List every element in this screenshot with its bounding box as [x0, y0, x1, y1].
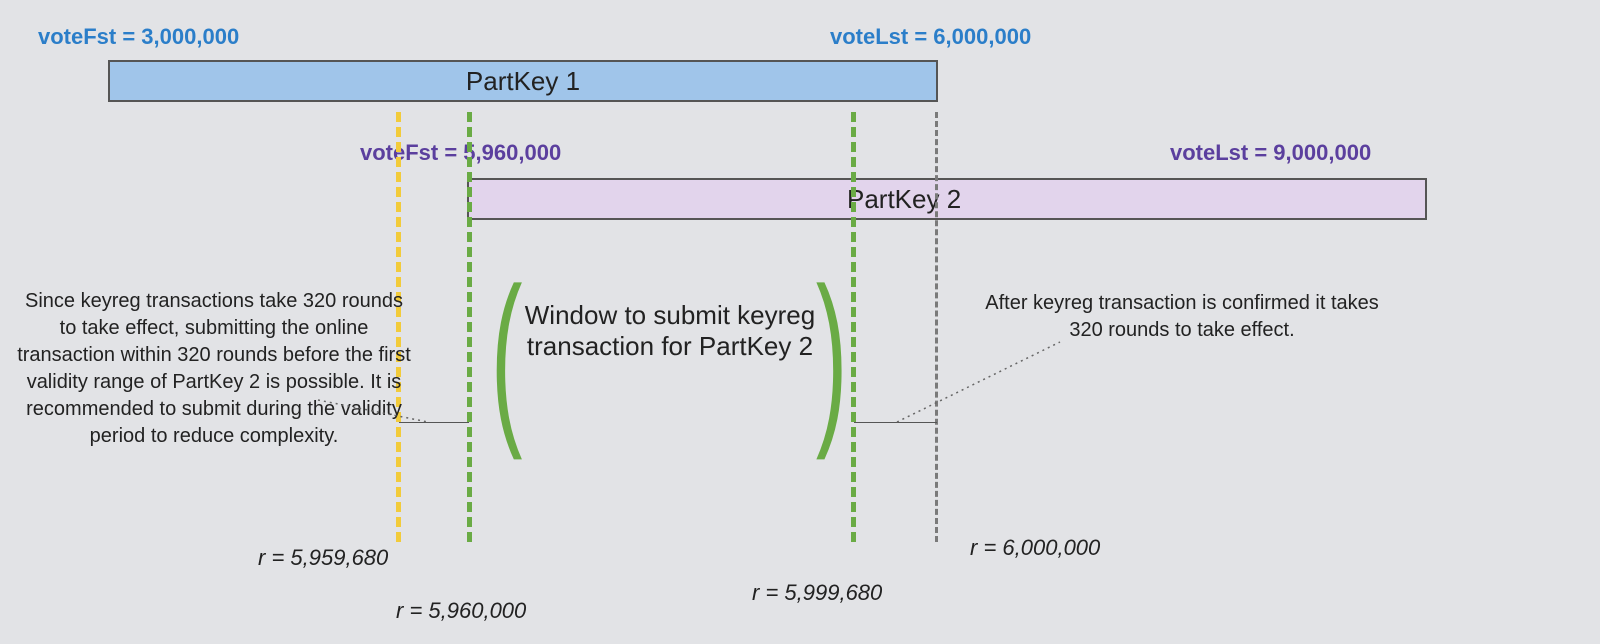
- gap-left-segment: [399, 422, 469, 423]
- partkey2-bar-label: PartKey 2: [847, 184, 961, 215]
- partkey2-votelst-label: voteLst = 9,000,000: [1170, 140, 1371, 166]
- round-label-2: r = 5,960,000: [396, 598, 526, 624]
- partkey1-bar-label: PartKey 1: [466, 66, 580, 97]
- round-label-1: r = 5,959,680: [258, 545, 388, 571]
- vline-r2-green-left: [467, 112, 472, 542]
- note-left: Since keyreg transactions take 320 round…: [14, 288, 414, 450]
- window-right-paren: ): [816, 260, 848, 450]
- partkey2-bar: PartKey 2: [467, 178, 1427, 220]
- diagram-canvas: voteFst = 3,000,000 voteLst = 6,000,000 …: [0, 0, 1600, 644]
- gap-right-segment: [854, 422, 937, 423]
- note-right: After keyreg transaction is confirmed it…: [982, 290, 1382, 344]
- leader-right: [897, 342, 1060, 422]
- round-label-4: r = 6,000,000: [970, 535, 1100, 561]
- partkey1-bar: PartKey 1: [108, 60, 938, 102]
- vline-r3-green-right: [851, 112, 856, 542]
- partkey2-votefst-label: voteFst = 5,960,000: [360, 140, 561, 166]
- window-left-paren: (: [491, 260, 523, 450]
- partkey1-votelst-label: voteLst = 6,000,000: [830, 24, 1031, 50]
- partkey1-votefst-label: voteFst = 3,000,000: [38, 24, 239, 50]
- round-label-3: r = 5,999,680: [752, 580, 882, 606]
- vline-r4-grey: [935, 112, 938, 542]
- window-text: Window to submit keyreg transaction for …: [520, 300, 820, 362]
